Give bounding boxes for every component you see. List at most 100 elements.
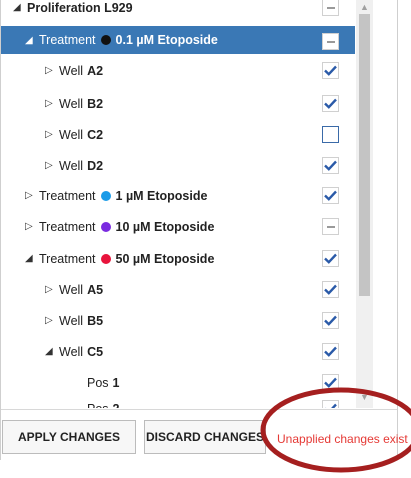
tree-row[interactable]: ◢ Proliferation L929 bbox=[1, 0, 355, 23]
collapse-arrow-icon[interactable]: ◢ bbox=[25, 253, 39, 264]
checked-checkbox[interactable] bbox=[322, 250, 339, 267]
tree-row-label: ▷ Well A2 bbox=[1, 64, 103, 78]
apply-changes-button[interactable]: APPLY CHANGES bbox=[2, 420, 136, 454]
tree-row-prefix: Well bbox=[59, 96, 84, 111]
tree-row[interactable]: ▷ Well A5 bbox=[1, 274, 355, 305]
partial-checkbox[interactable] bbox=[322, 218, 339, 235]
tree-row-name: Proliferation L929 bbox=[27, 0, 133, 15]
tree-row-label: ◢ Proliferation L929 bbox=[1, 1, 133, 15]
expand-arrow-icon[interactable]: ▷ bbox=[25, 190, 39, 201]
tree-row-prefix: Treatment bbox=[39, 219, 96, 234]
tree-row-prefix: Treatment bbox=[39, 251, 96, 266]
tree-row-name: 1 µM Etoposide bbox=[115, 188, 208, 203]
tree-row-name: 2 bbox=[113, 402, 120, 409]
expand-arrow-icon[interactable]: ▷ bbox=[45, 315, 59, 326]
tree-row-name: 1 bbox=[112, 375, 120, 390]
tree-row[interactable]: ◢ Treatment 0.1 µM Etoposide bbox=[1, 26, 355, 54]
expand-arrow-icon[interactable]: ▷ bbox=[45, 129, 59, 140]
expand-arrow-icon[interactable]: ▷ bbox=[25, 221, 39, 232]
indeterminate-icon bbox=[326, 225, 335, 228]
tree-row[interactable]: ▷ Well B2 bbox=[1, 88, 355, 119]
tree-row-label: ▷ Treatment 1 µM Etoposide bbox=[1, 189, 207, 203]
color-dot-icon bbox=[100, 253, 111, 264]
checked-checkbox[interactable] bbox=[322, 157, 339, 174]
checkmark-icon bbox=[324, 315, 337, 326]
checked-checkbox[interactable] bbox=[322, 312, 339, 329]
tree-row-name: 10 µM Etoposide bbox=[115, 219, 215, 234]
scroll-down-icon[interactable]: ▼ bbox=[360, 392, 369, 402]
tree-row-prefix: Treatment bbox=[39, 188, 96, 203]
checked-checkbox[interactable] bbox=[322, 343, 339, 360]
tree-row[interactable]: ◢ Well C5 bbox=[1, 336, 355, 367]
tree-row-prefix: Well bbox=[59, 127, 84, 142]
checkmark-icon bbox=[324, 160, 337, 171]
indeterminate-icon bbox=[326, 40, 335, 43]
collapse-arrow-icon[interactable]: ◢ bbox=[45, 346, 59, 357]
checkmark-icon bbox=[324, 346, 337, 357]
tree-row-name: B2 bbox=[87, 96, 104, 111]
tree-row-name: A5 bbox=[87, 282, 104, 297]
indeterminate-icon bbox=[326, 6, 335, 9]
expand-arrow-icon[interactable]: ▷ bbox=[45, 65, 59, 76]
checkmark-icon bbox=[324, 377, 337, 388]
tree-row[interactable]: ◢ Treatment 50 µM Etoposide bbox=[1, 243, 355, 274]
tree-row[interactable]: ▷ Well B5 bbox=[1, 305, 355, 336]
action-bar: APPLY CHANGES DISCARD CHANGES Unapplied … bbox=[1, 409, 408, 460]
tree-row-prefix: Pos bbox=[87, 375, 109, 390]
tree-row-prefix: Well bbox=[59, 158, 84, 173]
partial-checkbox[interactable] bbox=[322, 33, 339, 50]
checkmark-icon bbox=[324, 190, 337, 201]
checked-checkbox[interactable] bbox=[322, 62, 339, 79]
tree-row-prefix: Treatment bbox=[39, 33, 96, 47]
tree-row[interactable]: ▷ Well D2 bbox=[1, 150, 355, 181]
scroll-up-icon[interactable]: ▲ bbox=[360, 2, 369, 12]
tree-row-label: ◢ Well C5 bbox=[1, 345, 103, 359]
tree-row-label: Pos 1 bbox=[1, 376, 120, 390]
experiment-selection-panel: ◢ Proliferation L929 ◢ Treatment 0.1 µM Etop… bbox=[0, 0, 411, 478]
color-dot-icon bbox=[100, 35, 111, 45]
collapse-arrow-icon[interactable]: ◢ bbox=[25, 35, 39, 46]
expand-arrow-icon[interactable]: ▷ bbox=[45, 284, 59, 295]
checked-checkbox[interactable] bbox=[322, 400, 339, 408]
vertical-scrollbar[interactable]: ▲ ▼ bbox=[356, 0, 373, 408]
tree-row-name: C2 bbox=[87, 127, 104, 142]
tree-row[interactable]: ▷ Well C2 bbox=[1, 119, 355, 150]
checkmark-icon bbox=[324, 253, 337, 264]
tree-row-label: ▷ Well D2 bbox=[1, 159, 103, 173]
color-dot-icon bbox=[100, 190, 111, 201]
checkmark-icon bbox=[324, 65, 337, 76]
tree-row[interactable]: Pos 2 bbox=[1, 393, 355, 408]
tree-row-prefix: Well bbox=[59, 63, 84, 78]
expand-arrow-icon[interactable]: ▷ bbox=[45, 98, 59, 109]
expand-arrow-icon[interactable]: ▷ bbox=[45, 160, 59, 171]
experiment-tree: ◢ Proliferation L929 ◢ Treatment 0.1 µM Etop… bbox=[1, 0, 355, 408]
partial-checkbox[interactable] bbox=[322, 0, 339, 16]
collapse-arrow-icon[interactable]: ◢ bbox=[13, 2, 27, 13]
checkmark-icon bbox=[324, 98, 337, 109]
checkmark-icon bbox=[324, 284, 337, 295]
tree-row[interactable]: ▷ Treatment 1 µM Etoposide bbox=[1, 180, 355, 211]
unapplied-changes-status: Unapplied changes exist bbox=[277, 432, 408, 446]
tree-row-prefix: Well bbox=[59, 313, 84, 328]
discard-changes-button[interactable]: DISCARD CHANGES bbox=[144, 420, 266, 454]
checked-checkbox[interactable] bbox=[322, 374, 339, 391]
checked-checkbox[interactable] bbox=[322, 281, 339, 298]
tree-row-label: ▷ Treatment 10 µM Etoposide bbox=[1, 220, 214, 234]
scrollbar-thumb[interactable] bbox=[359, 14, 370, 296]
color-dot-icon bbox=[100, 221, 111, 232]
checked-checkbox[interactable] bbox=[322, 95, 339, 112]
tree-row-label: ◢ Treatment 0.1 µM Etoposide bbox=[1, 33, 218, 47]
tree-row-label: Pos 2 bbox=[1, 402, 120, 409]
checked-checkbox[interactable] bbox=[322, 187, 339, 204]
tree-row-name: 0.1 µM Etoposide bbox=[115, 33, 218, 47]
tree-row-prefix: Well bbox=[59, 282, 84, 297]
tree-row-label: ▷ Well A5 bbox=[1, 283, 103, 297]
tree-row-name: B5 bbox=[87, 313, 104, 328]
tree-row[interactable]: ▷ Treatment 10 µM Etoposide bbox=[1, 211, 355, 242]
tree-row-label: ◢ Treatment 50 µM Etoposide bbox=[1, 252, 214, 266]
checkmark-icon bbox=[325, 403, 337, 408]
tree-row[interactable]: ▷ Well A2 bbox=[1, 55, 355, 86]
unchecked-checkbox[interactable] bbox=[322, 126, 339, 143]
tree-row-name: D2 bbox=[87, 158, 104, 173]
tree-row-name: A2 bbox=[87, 63, 104, 78]
